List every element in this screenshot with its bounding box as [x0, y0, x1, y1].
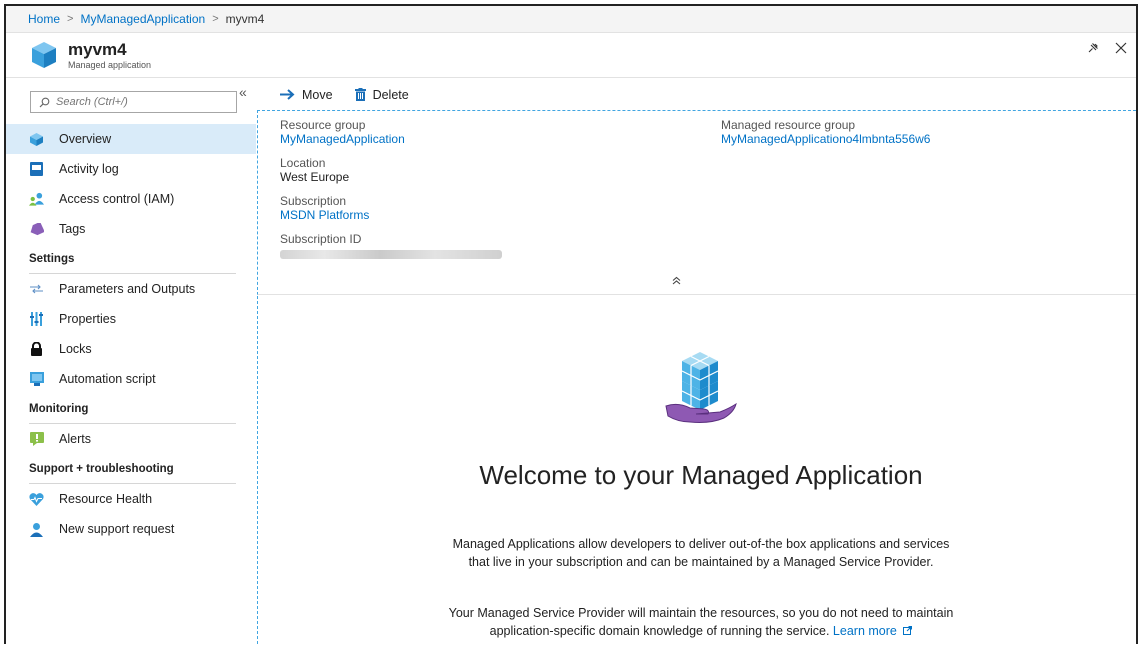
nav-item-label: Overview	[59, 132, 112, 146]
welcome-description-1: Managed Applications allow developers to…	[258, 535, 1136, 571]
move-button[interactable]: Move	[280, 88, 333, 102]
support-request-icon	[29, 522, 44, 537]
arrow-right-icon	[280, 89, 295, 100]
collapse-essentials-icon[interactable]	[672, 276, 681, 288]
essentials-panel: Resource group MyManagedApplication Loca…	[257, 110, 1136, 295]
nav-item-parameters-outputs[interactable]: Parameters and Outputs	[6, 274, 256, 304]
welcome-description-2: Your Managed Service Provider will maint…	[258, 604, 1136, 640]
nav-item-automation-script[interactable]: Automation script	[6, 364, 256, 394]
nav-item-overview[interactable]: Overview	[6, 124, 256, 154]
resource-group-label: Resource group	[280, 118, 366, 132]
external-link-icon	[903, 626, 913, 635]
nav-item-label: Access control (IAM)	[59, 192, 175, 206]
managed-app-cube-icon	[32, 42, 56, 68]
collapse-menu-icon[interactable]: «	[239, 84, 247, 100]
subscription-id-label: Subscription ID	[280, 232, 362, 246]
main-content: Move Delete Resource group MyManagedAppl…	[257, 79, 1136, 644]
subscription-id-redacted	[280, 250, 502, 259]
managed-app-hero-icon	[665, 352, 737, 423]
nav-item-label: Alerts	[59, 432, 91, 446]
nav-item-alerts[interactable]: Alerts	[6, 424, 256, 454]
command-bar: Move Delete	[257, 79, 1136, 110]
properties-icon	[29, 312, 44, 327]
pin-icon[interactable]	[1086, 41, 1100, 55]
tag-icon	[29, 222, 44, 237]
nav-item-activity-log[interactable]: Activity log	[6, 154, 256, 184]
managed-resource-group-link[interactable]: MyManagedApplicationo4lmbnta556w6	[721, 132, 930, 146]
section-header-support: Support + troubleshooting	[6, 454, 256, 484]
nav-item-label: Locks	[59, 342, 92, 356]
nav-item-access-control[interactable]: Access control (IAM)	[6, 184, 256, 214]
access-control-icon	[29, 192, 44, 207]
section-header-monitoring: Monitoring	[6, 394, 256, 424]
trash-icon	[354, 88, 366, 101]
breadcrumb-current: myvm4	[225, 12, 265, 26]
search-input[interactable]	[56, 96, 226, 108]
nav-item-resource-health[interactable]: Resource Health	[6, 484, 256, 514]
breadcrumb: Home > MyManagedApplication > myvm4	[6, 6, 1136, 33]
breadcrumb-separator-icon: >	[67, 13, 74, 25]
alert-icon	[29, 432, 44, 447]
nav-item-label: Resource Health	[59, 492, 153, 506]
move-label: Move	[302, 87, 333, 102]
managed-resource-group-label: Managed resource group	[721, 118, 856, 132]
delete-button[interactable]: Delete	[354, 87, 409, 102]
activity-log-icon	[29, 162, 44, 177]
lock-icon	[29, 342, 44, 357]
nav-item-label: Properties	[59, 312, 116, 326]
location-value: West Europe	[280, 170, 350, 184]
delete-label: Delete	[372, 87, 409, 102]
resource-health-icon	[29, 492, 44, 507]
nav-item-label: Activity log	[59, 162, 119, 176]
subscription-label: Subscription	[280, 194, 347, 208]
learn-more-link[interactable]: Learn more	[832, 624, 913, 638]
blade-header: myvm4 Managed application	[6, 33, 1136, 78]
nav-item-label: Tags	[59, 222, 86, 236]
welcome-description-2-text: application-specific domain knowledge of…	[489, 624, 830, 638]
nav-item-new-support-request[interactable]: New support request	[6, 514, 256, 544]
close-icon[interactable]	[1114, 41, 1128, 55]
welcome-description-2-line-1: Your Managed Service Provider will maint…	[448, 606, 954, 620]
page-subtitle: Managed application	[68, 59, 152, 70]
nav-item-label: Parameters and Outputs	[59, 282, 196, 296]
welcome-title: Welcome to your Managed Application	[479, 460, 923, 490]
page-title: myvm4	[68, 39, 127, 59]
search-icon	[39, 97, 50, 107]
nav-item-properties[interactable]: Properties	[6, 304, 256, 334]
learn-more-label: Learn more	[832, 624, 897, 638]
welcome-description-1-line-2: that live in your subscription and can b…	[468, 555, 934, 569]
welcome-panel: Welcome to your Managed Application Mana…	[257, 296, 1136, 644]
breadcrumb-managed-application[interactable]: MyManagedApplication	[80, 12, 205, 26]
nav-item-label: Automation script	[59, 372, 156, 386]
location-label: Location	[280, 156, 326, 170]
nav-item-locks[interactable]: Locks	[6, 334, 256, 364]
resource-menu: « Overview Activity log	[6, 79, 256, 644]
portal-window: Home > MyManagedApplication > myvm4 myvm…	[4, 4, 1138, 644]
breadcrumb-separator-icon: >	[212, 13, 219, 25]
automation-script-icon	[29, 372, 44, 387]
breadcrumb-home[interactable]: Home	[28, 12, 60, 26]
nav-item-label: New support request	[59, 522, 175, 536]
nav-item-tags[interactable]: Tags	[6, 214, 256, 244]
welcome-description-2-line-2: application-specific domain knowledge of…	[266, 622, 1136, 640]
section-header-settings: Settings	[6, 244, 256, 274]
search-box[interactable]	[30, 91, 237, 113]
subscription-link[interactable]: MSDN Platforms	[280, 208, 502, 222]
parameters-icon	[29, 282, 44, 297]
nav-list: Overview Activity log Access control (IA…	[6, 124, 256, 544]
overview-icon	[29, 132, 44, 147]
resource-group-link[interactable]: MyManagedApplication	[280, 132, 502, 146]
welcome-description-1-line-1: Managed Applications allow developers to…	[452, 537, 950, 551]
